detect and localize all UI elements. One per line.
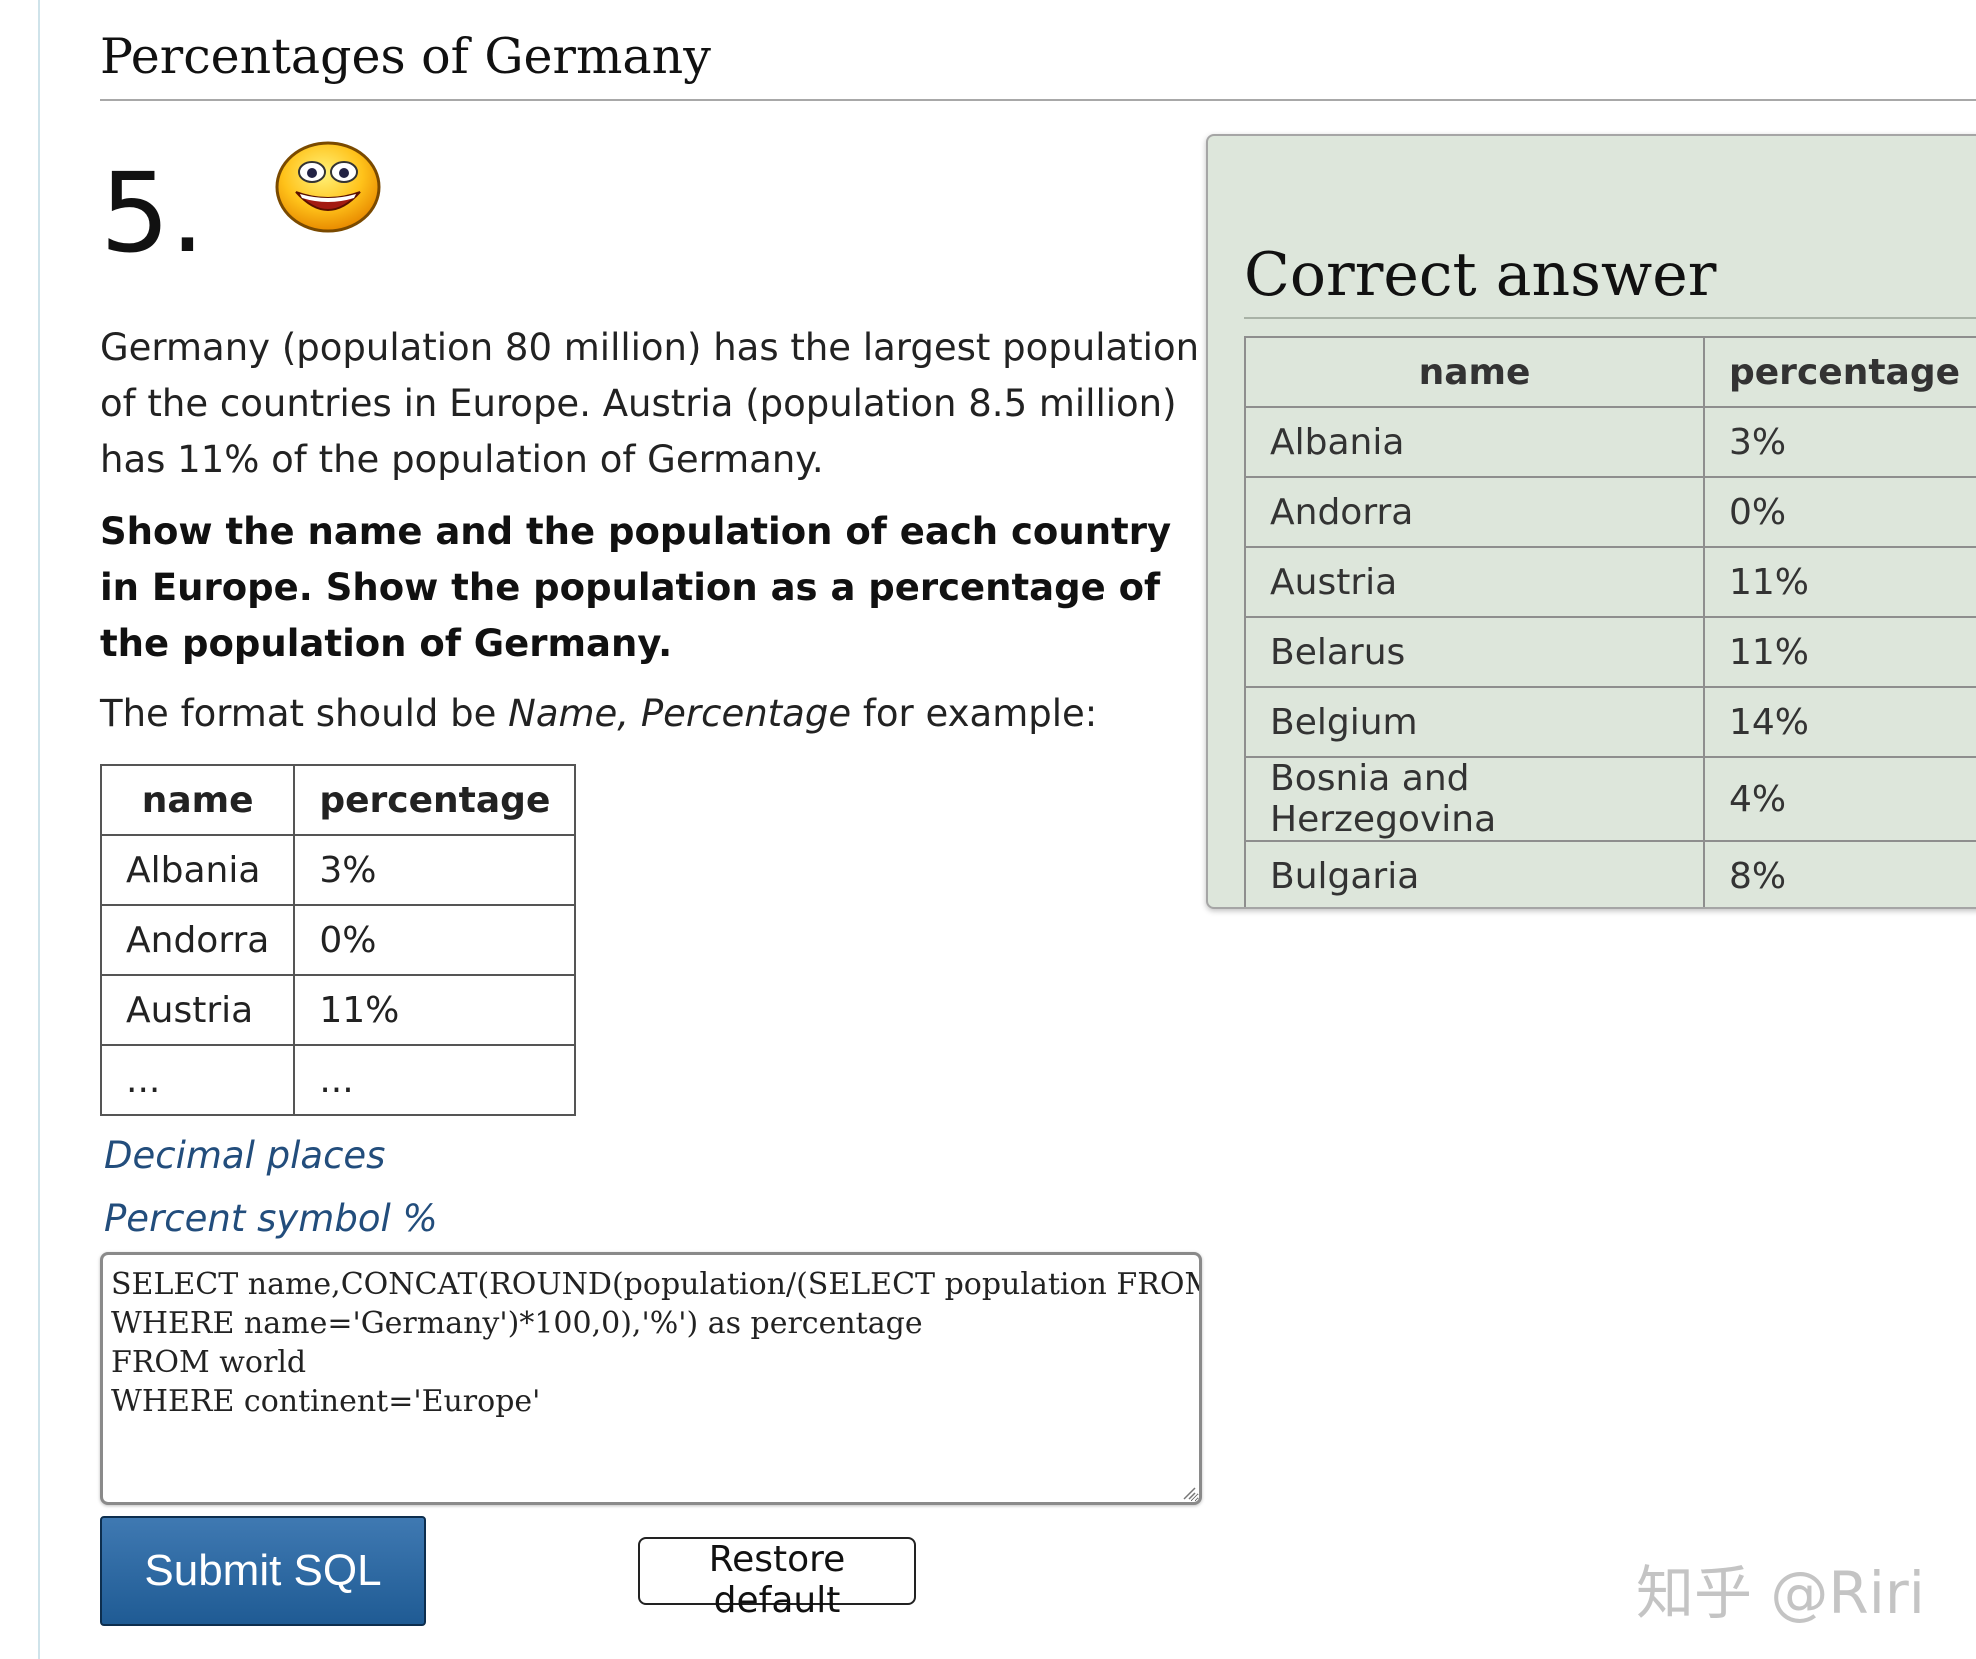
answer-cell-name: Bulgaria [1244,840,1705,907]
format-instruction: The format should be Name, Percentage fo… [100,692,1097,735]
answer-cell-percentage: 3% [1702,406,1976,478]
title-divider [100,99,1976,101]
hint-link-percent-symbol[interactable]: Percent symbol % [104,1197,438,1240]
answer-cell-name: Belgium [1244,686,1705,758]
table-row: Albania 3% [1244,406,1976,478]
answer-table: name percentage Albania 3% Andorra 0% Au… [1244,336,1976,907]
answer-title-divider [1244,317,1976,319]
answer-cell-name: Bosnia and Herzegovina [1244,756,1705,842]
table-row: ... ... [99,1044,577,1116]
question-description: Germany (population 80 million) has the … [100,326,1200,481]
table-row: Albania 3% [99,834,577,906]
answer-cell-percentage: 0% [1702,476,1976,548]
watermark: 知乎 @Riri [1636,1559,1925,1627]
answer-cell-percentage: 14% [1702,686,1976,758]
example-cell-percentage: 0% [293,904,577,976]
example-header-percentage: percentage [293,764,577,836]
example-header-name: name [99,764,296,836]
table-row: Austria 11% [99,974,577,1046]
table-row: Andorra 0% [99,904,577,976]
answer-cell-name: Austria [1244,546,1705,618]
table-row: Belgium 14% [1244,686,1976,758]
format-example-fields: Name, Percentage [508,692,852,735]
answer-header-name: name [1244,336,1705,408]
restore-default-button[interactable]: Restore default [638,1537,916,1621]
table-row: Bosnia and Herzegovina 4% [1244,756,1976,842]
example-cell-name: ... [99,1044,296,1116]
example-cell-name: Austria [99,974,296,1046]
table-row: Andorra 0% [1244,476,1976,548]
correct-answer-panel: Correct answer name percentage Albania 3… [1206,134,1976,909]
answer-cell-name: Andorra [1244,476,1705,548]
answer-cell-name: Albania [1244,406,1705,478]
hint-link-decimal-places[interactable]: Decimal places [104,1134,385,1177]
format-prefix: The format should be [100,692,509,735]
laughing-face-icon [275,141,381,233]
sql-editor[interactable] [100,1252,1202,1505]
table-row: Austria 11% [1244,546,1976,618]
example-cell-percentage: ... [293,1044,577,1116]
answer-cell-percentage: 8% [1702,840,1976,907]
table-row: Belarus 11% [1244,616,1976,688]
submit-sql-button[interactable]: Submit SQL [100,1516,426,1626]
example-cell-percentage: 11% [293,974,577,1046]
answer-cell-percentage: 11% [1702,546,1976,618]
question-task: Show the name and the population of each… [100,510,1172,665]
example-cell-name: Andorra [99,904,296,976]
answer-title: Correct answer [1244,240,1717,310]
answer-header-percentage: percentage [1702,336,1976,408]
answer-cell-name: Belarus [1244,616,1705,688]
page-left-border [38,0,40,1659]
example-cell-percentage: 3% [293,834,577,906]
answer-table-header: name percentage [1244,336,1976,408]
resize-handle-icon[interactable] [1182,1486,1196,1500]
question-number: 5. [100,149,205,277]
answer-cell-percentage: 11% [1702,616,1976,688]
example-table: name percentage Albania 3% Andorra 0% Au… [99,764,577,1116]
example-cell-name: Albania [99,834,296,906]
table-row: Bulgaria 8% [1244,840,1976,907]
page-title: Percentages of Germany [100,28,711,85]
example-table-header: name percentage [99,764,577,836]
answer-cell-percentage: 4% [1702,756,1976,842]
format-suffix: for example: [851,692,1098,735]
